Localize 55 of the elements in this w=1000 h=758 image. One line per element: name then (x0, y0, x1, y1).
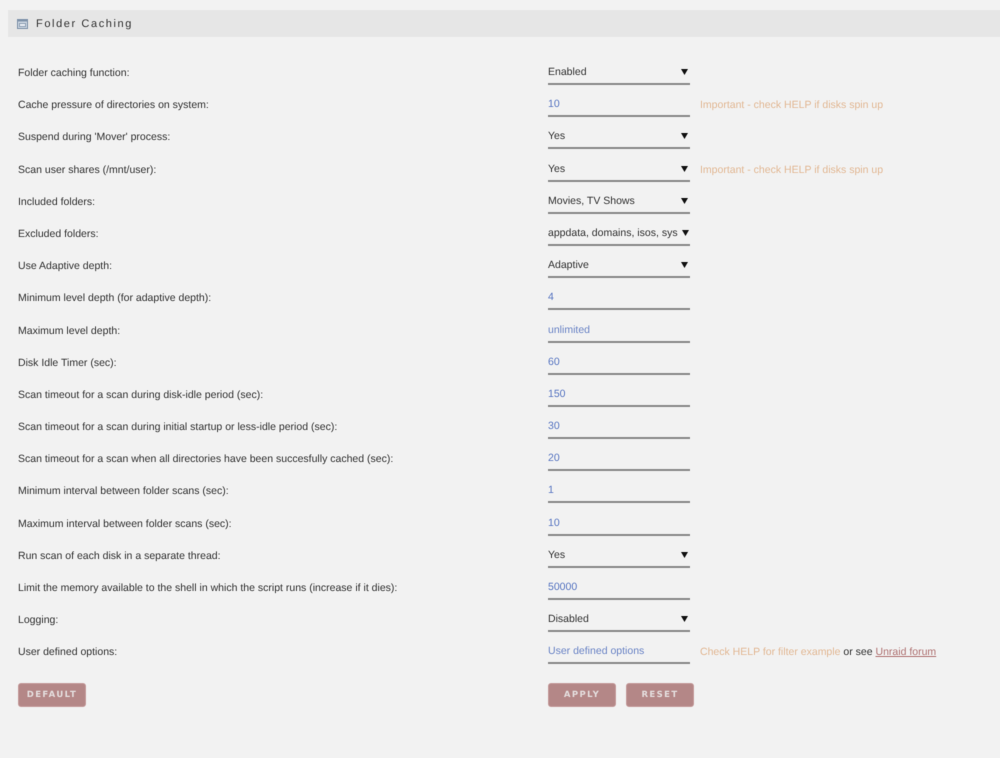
setting-label: Disk Idle Timer (sec): (18, 356, 117, 369)
setting-label: Minimum interval between folder scans (sec): (18, 485, 229, 498)
caret-down-icon (682, 230, 689, 236)
setting-label: Use Adaptive depth: (18, 260, 112, 272)
input-field[interactable]: 1 (548, 479, 690, 504)
dropdown[interactable]: Yes (548, 544, 690, 568)
setting-label: Scan user shares (/mnt/user): (18, 164, 156, 176)
setting-label: Logging: (18, 614, 58, 626)
dropdown[interactable]: Disabled (548, 608, 690, 632)
help-note: Check HELP for filter example or see Unraid forum (700, 646, 936, 658)
help-note: Important - check HELP if disks spin up (700, 164, 884, 176)
caret-down-icon (681, 133, 688, 140)
input-field[interactable]: 30 (548, 415, 690, 440)
input-field[interactable]: 50000 (548, 576, 690, 600)
setting-label: Maximum interval between folder scans (sec): (18, 518, 232, 530)
dropdown[interactable]: Enabled (548, 61, 690, 85)
setting-label: Folder caching function: (18, 67, 130, 79)
help-note: Important - check HELP if disks spin up (700, 99, 884, 112)
setting-label: Cache pressure of directories on system: (18, 99, 209, 112)
input-field[interactable]: 150 (548, 382, 690, 407)
caret-down-icon (681, 552, 688, 558)
setting-label: Scan timeout for a scan during disk-idle period (sec): (18, 388, 264, 401)
setting-label: Included folders: (18, 196, 96, 208)
dropdown[interactable]: Yes (548, 158, 690, 182)
setting-label: Run scan of each disk in a separate thread: (18, 550, 221, 562)
input-field[interactable]: User defined options (548, 640, 690, 664)
input-field[interactable]: 10 (548, 512, 690, 536)
dropdown[interactable]: appdata, domains, isos, sys (548, 222, 690, 246)
input-field[interactable]: 20 (548, 447, 690, 472)
caret-down-icon (681, 262, 688, 268)
window-icon (17, 18, 28, 28)
dropdown[interactable]: Yes (548, 125, 690, 150)
dropdown[interactable]: Movies, TV Shows (548, 190, 690, 214)
dropdown[interactable]: Adaptive (548, 254, 690, 278)
caret-down-icon (681, 166, 688, 172)
default-button[interactable]: DEFAULT (18, 683, 86, 708)
setting-label: Maximum level depth: (18, 324, 120, 336)
input-field[interactable]: 4 (548, 286, 690, 310)
section-title: Folder Caching (36, 18, 133, 30)
forum-link[interactable]: Unraid forum (875, 646, 936, 658)
setting-label: Suspend during 'Mover' process: (18, 131, 170, 144)
setting-label: Scan timeout for a scan when all directories have been succesfully cached (sec): (18, 453, 394, 466)
input-field[interactable]: 10 (548, 93, 690, 118)
caret-down-icon (681, 198, 688, 204)
input-field[interactable]: 60 (548, 350, 690, 375)
setting-label: Minimum level depth (for adaptive depth): (18, 292, 212, 304)
reset-button[interactable]: RESET (626, 683, 694, 708)
input-field[interactable]: unlimited (548, 318, 690, 342)
setting-label: Limit the memory available to the shell in which the script runs (increase if it dies): (18, 582, 398, 594)
apply-button[interactable]: APPLY (548, 683, 616, 708)
setting-label: User defined options: (18, 646, 118, 658)
setting-label: Scan timeout for a scan during initial startup or less-idle period (sec): (18, 421, 338, 434)
caret-down-icon (681, 69, 688, 75)
setting-label: Excluded folders: (18, 228, 99, 240)
caret-down-icon (681, 616, 688, 622)
